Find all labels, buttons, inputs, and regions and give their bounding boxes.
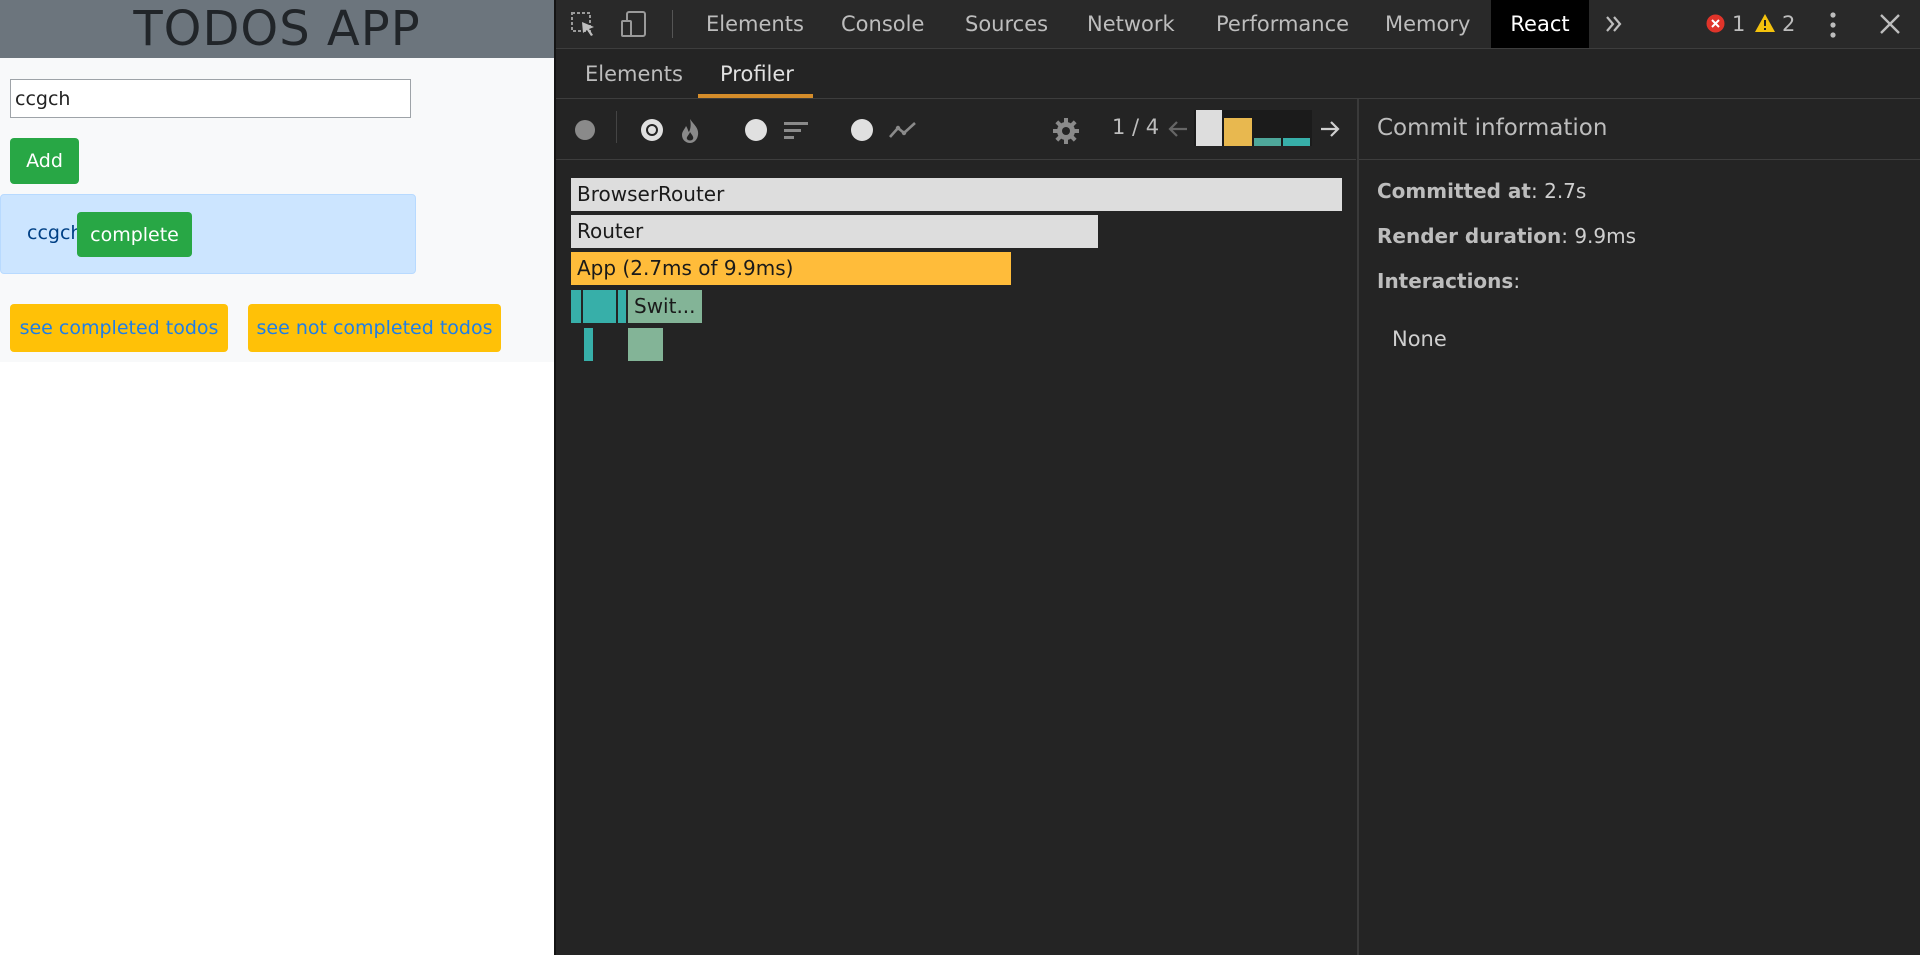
device-toolbar-icon[interactable]	[620, 10, 650, 44]
flamegraph-node-browserrouter[interactable]: BrowserRouter	[571, 178, 1342, 211]
warning-icon[interactable]	[1754, 13, 1776, 37]
render-duration-value: 9.9ms	[1574, 224, 1637, 248]
interactions-radio-icon[interactable]	[850, 118, 874, 146]
previous-commit-arrow-icon[interactable]	[1166, 117, 1190, 145]
tab-sources[interactable]: Sources	[965, 0, 1048, 48]
error-count[interactable]: 1	[1732, 0, 1745, 48]
flamegraph-node[interactable]	[583, 290, 616, 323]
commit-snapshot-selector[interactable]	[1194, 110, 1312, 146]
app-title: TODOS APP	[133, 1, 421, 57]
tab-console[interactable]: Console	[841, 0, 924, 48]
settings-gear-icon[interactable]	[1052, 117, 1080, 149]
tab-network[interactable]: Network	[1087, 0, 1175, 48]
tab-react[interactable]: React	[1491, 0, 1589, 48]
profiler-toolbar: 1 / 4	[556, 99, 1356, 160]
more-tabs-chevron-icon[interactable]	[1602, 12, 1626, 40]
close-devtools-icon[interactable]	[1879, 13, 1901, 39]
react-subtab-elements[interactable]: Elements	[585, 49, 683, 99]
inspect-element-icon[interactable]	[570, 11, 598, 43]
app-header: TODOS APP	[0, 0, 554, 58]
tab-performance[interactable]: Performance	[1216, 0, 1349, 48]
committed-at-row: Committed at: 2.7s	[1377, 179, 1587, 203]
devtools-tab-bar: Elements Console Sources Network Perform…	[556, 0, 1920, 49]
see-not-completed-todos-button[interactable]: see not completed todos	[248, 304, 501, 352]
flamegraph-node[interactable]	[584, 328, 593, 361]
commit-info-header: Commit information	[1359, 99, 1920, 160]
record-icon[interactable]	[574, 119, 596, 145]
commit-bar[interactable]	[1224, 118, 1252, 146]
warning-count[interactable]: 2	[1782, 0, 1795, 48]
add-button[interactable]: Add	[10, 138, 79, 184]
next-commit-arrow-icon[interactable]	[1318, 117, 1342, 145]
see-completed-todos-button[interactable]: see completed todos	[10, 304, 228, 352]
tab-elements[interactable]: Elements	[706, 0, 804, 48]
committed-at-label: Committed at	[1377, 179, 1531, 203]
flamegraph-node[interactable]	[571, 290, 581, 323]
error-icon[interactable]	[1706, 14, 1725, 37]
commit-bar[interactable]	[1283, 138, 1310, 146]
render-duration-label: Render duration	[1377, 224, 1562, 248]
todo-item-text: ccgch	[27, 222, 83, 244]
toolbar-separator	[672, 10, 673, 38]
commit-bar[interactable]	[1196, 110, 1222, 146]
toolbar-separator	[616, 111, 617, 143]
commit-bar[interactable]	[1254, 138, 1281, 146]
interactions-value: None	[1392, 327, 1447, 351]
devtools-panel: Elements Console Sources Network Perform…	[556, 0, 1920, 955]
flamegraph-node-switch[interactable]: Swit...	[628, 290, 702, 323]
interactions-label: Interactions	[1377, 269, 1514, 293]
committed-at-value: 2.7s	[1544, 179, 1587, 203]
commit-information-panel: Commit information Committed at: 2.7s Re…	[1359, 99, 1920, 955]
flamegraph-node-app[interactable]: App (2.7ms of 9.9ms)	[571, 252, 1011, 285]
interactions-chart-icon[interactable]	[889, 120, 919, 144]
todos-app-pane: TODOS APP Add ccgch complete see complet…	[0, 0, 554, 955]
active-subtab-indicator	[698, 94, 813, 98]
react-subtab-profiler[interactable]: Profiler	[720, 49, 794, 99]
commit-counter: 1 / 4	[1112, 115, 1160, 139]
react-subtab-bar: Elements Profiler	[556, 49, 1920, 99]
flamegraph-radio-selected-icon[interactable]	[640, 118, 664, 146]
kebab-menu-icon[interactable]	[1828, 11, 1838, 43]
complete-button[interactable]: complete	[77, 212, 192, 257]
tab-memory[interactable]: Memory	[1385, 0, 1470, 48]
flamegraph-node-router[interactable]: Router	[571, 215, 1098, 248]
ranked-radio-icon[interactable]	[744, 118, 768, 146]
render-duration-row: Render duration: 9.9ms	[1377, 224, 1637, 248]
todo-input[interactable]	[10, 79, 411, 118]
interactions-row: Interactions:	[1377, 269, 1521, 293]
commit-info-title: Commit information	[1377, 115, 1608, 141]
todo-list-item: ccgch	[0, 194, 416, 274]
flame-chart-icon[interactable]	[680, 118, 700, 148]
flamegraph-chart: BrowserRouter Router App (2.7ms of 9.9ms…	[556, 160, 1356, 955]
flamegraph-node[interactable]	[618, 290, 626, 323]
flamegraph-node[interactable]	[628, 328, 663, 361]
ranked-chart-icon[interactable]	[784, 120, 808, 146]
